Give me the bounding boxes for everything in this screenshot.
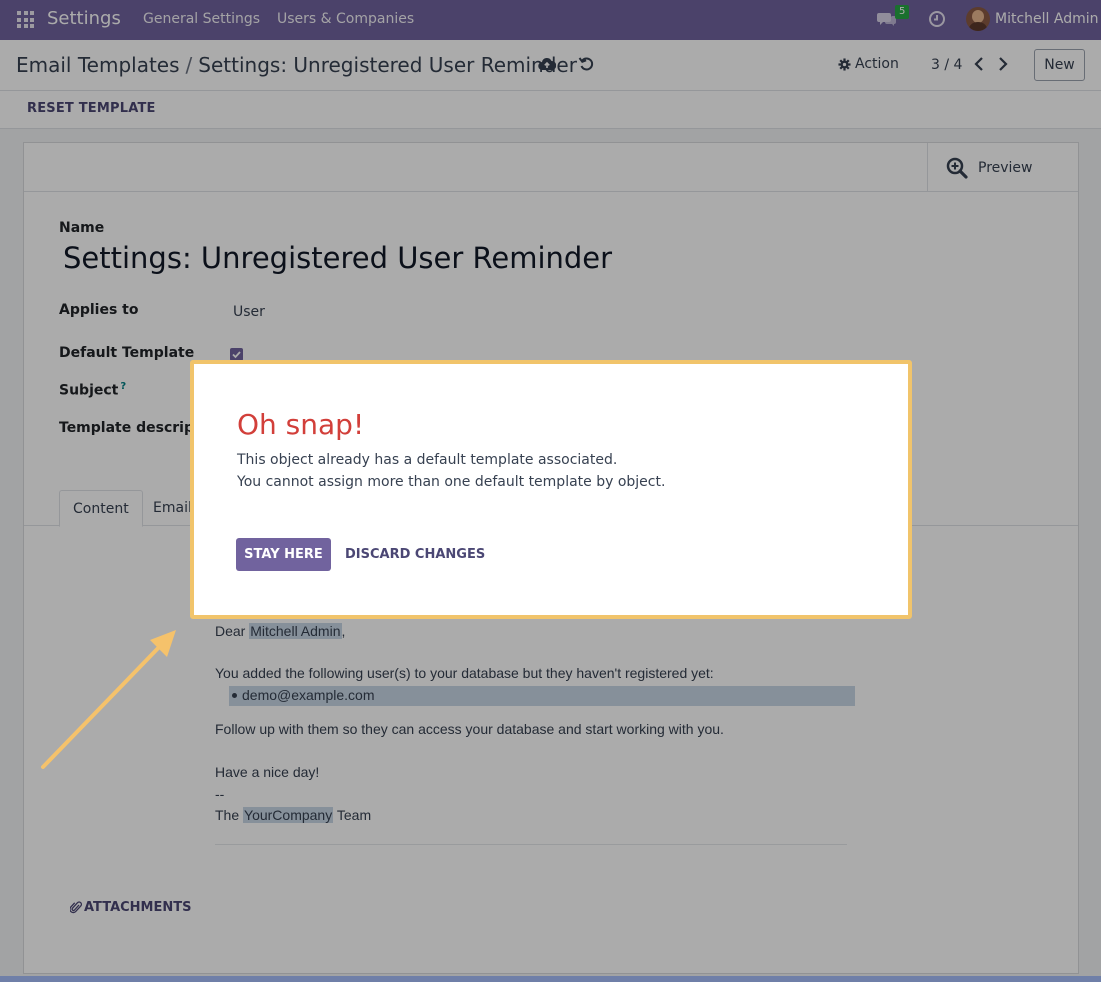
annotation-arrow-icon — [41, 630, 176, 769]
